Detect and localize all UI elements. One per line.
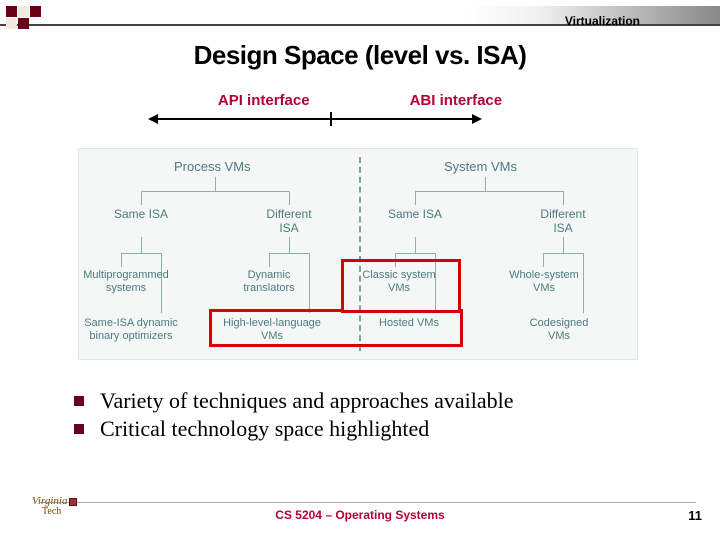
slide-title: Design Space (level vs. ISA) [0, 40, 720, 71]
tree-line [141, 191, 289, 192]
tree-line [289, 237, 290, 253]
bullet-list: Variety of techniques and approaches ava… [74, 388, 680, 444]
decor-square [6, 18, 17, 29]
decor-square [30, 6, 41, 17]
design-space-diagram: Process VMs System VMs Same ISA Differen… [78, 148, 638, 360]
leaf-same-isa-dynamic-optimizers: Same-ISA dynamic binary optimizers [76, 317, 186, 342]
process-vms-header: Process VMs [174, 159, 251, 174]
tree-line [289, 191, 290, 205]
bullet-text: Variety of techniques and approaches ava… [100, 388, 514, 414]
leaf-multiprogrammed: Multiprogrammed systems [76, 269, 176, 294]
footer-course: CS 5204 – Operating Systems [0, 508, 720, 522]
bullet-icon [74, 396, 84, 406]
header-strip: Virtualization [0, 6, 720, 26]
tree-line [141, 237, 142, 253]
different-isa-label: Different ISA [533, 207, 593, 235]
tree-line [121, 253, 122, 267]
tree-line [269, 253, 270, 267]
tree-line [543, 253, 583, 254]
decor-square [6, 6, 17, 17]
bullet-item: Critical technology space highlighted [74, 416, 680, 442]
tree-line [121, 253, 161, 254]
tree-line [485, 177, 486, 191]
highlight-box [209, 309, 463, 347]
double-arrow-icon [150, 118, 480, 120]
tree-line [415, 191, 416, 205]
leaf-codesigned-vms: Codesigned VMs [519, 317, 599, 342]
interface-labels: API interface ABI interface [0, 92, 720, 109]
footer: Virginia Tech CS 5204 – Operating System… [0, 502, 720, 528]
tree-line [563, 191, 564, 205]
abi-interface-label: ABI interface [410, 92, 503, 109]
tree-line [269, 253, 309, 254]
tree-line [415, 237, 416, 253]
leaf-dynamic-translators: Dynamic translators [224, 269, 314, 294]
same-isa-label: Same ISA [111, 207, 171, 221]
tree-line [543, 253, 544, 267]
tree-line [563, 237, 564, 253]
same-isa-label: Same ISA [385, 207, 445, 221]
highlight-box [209, 309, 343, 312]
bullet-item: Variety of techniques and approaches ava… [74, 388, 680, 414]
decor-square [18, 18, 29, 29]
page-number: 11 [688, 508, 702, 523]
tree-line [141, 191, 142, 205]
decor-square [18, 6, 29, 17]
bullet-text: Critical technology space highlighted [100, 416, 429, 442]
tree-line [215, 177, 216, 191]
highlight-box [341, 259, 461, 313]
header-topic: Virtualization [565, 14, 640, 28]
bullet-icon [74, 424, 84, 434]
footer-divider [40, 502, 696, 503]
leaf-whole-system-vms: Whole-system VMs [499, 269, 589, 294]
tree-line [395, 253, 435, 254]
api-interface-label: API interface [218, 92, 310, 109]
different-isa-label: Different ISA [259, 207, 319, 235]
tree-line [415, 191, 563, 192]
system-vms-header: System VMs [444, 159, 517, 174]
arrow-divider [330, 112, 332, 126]
